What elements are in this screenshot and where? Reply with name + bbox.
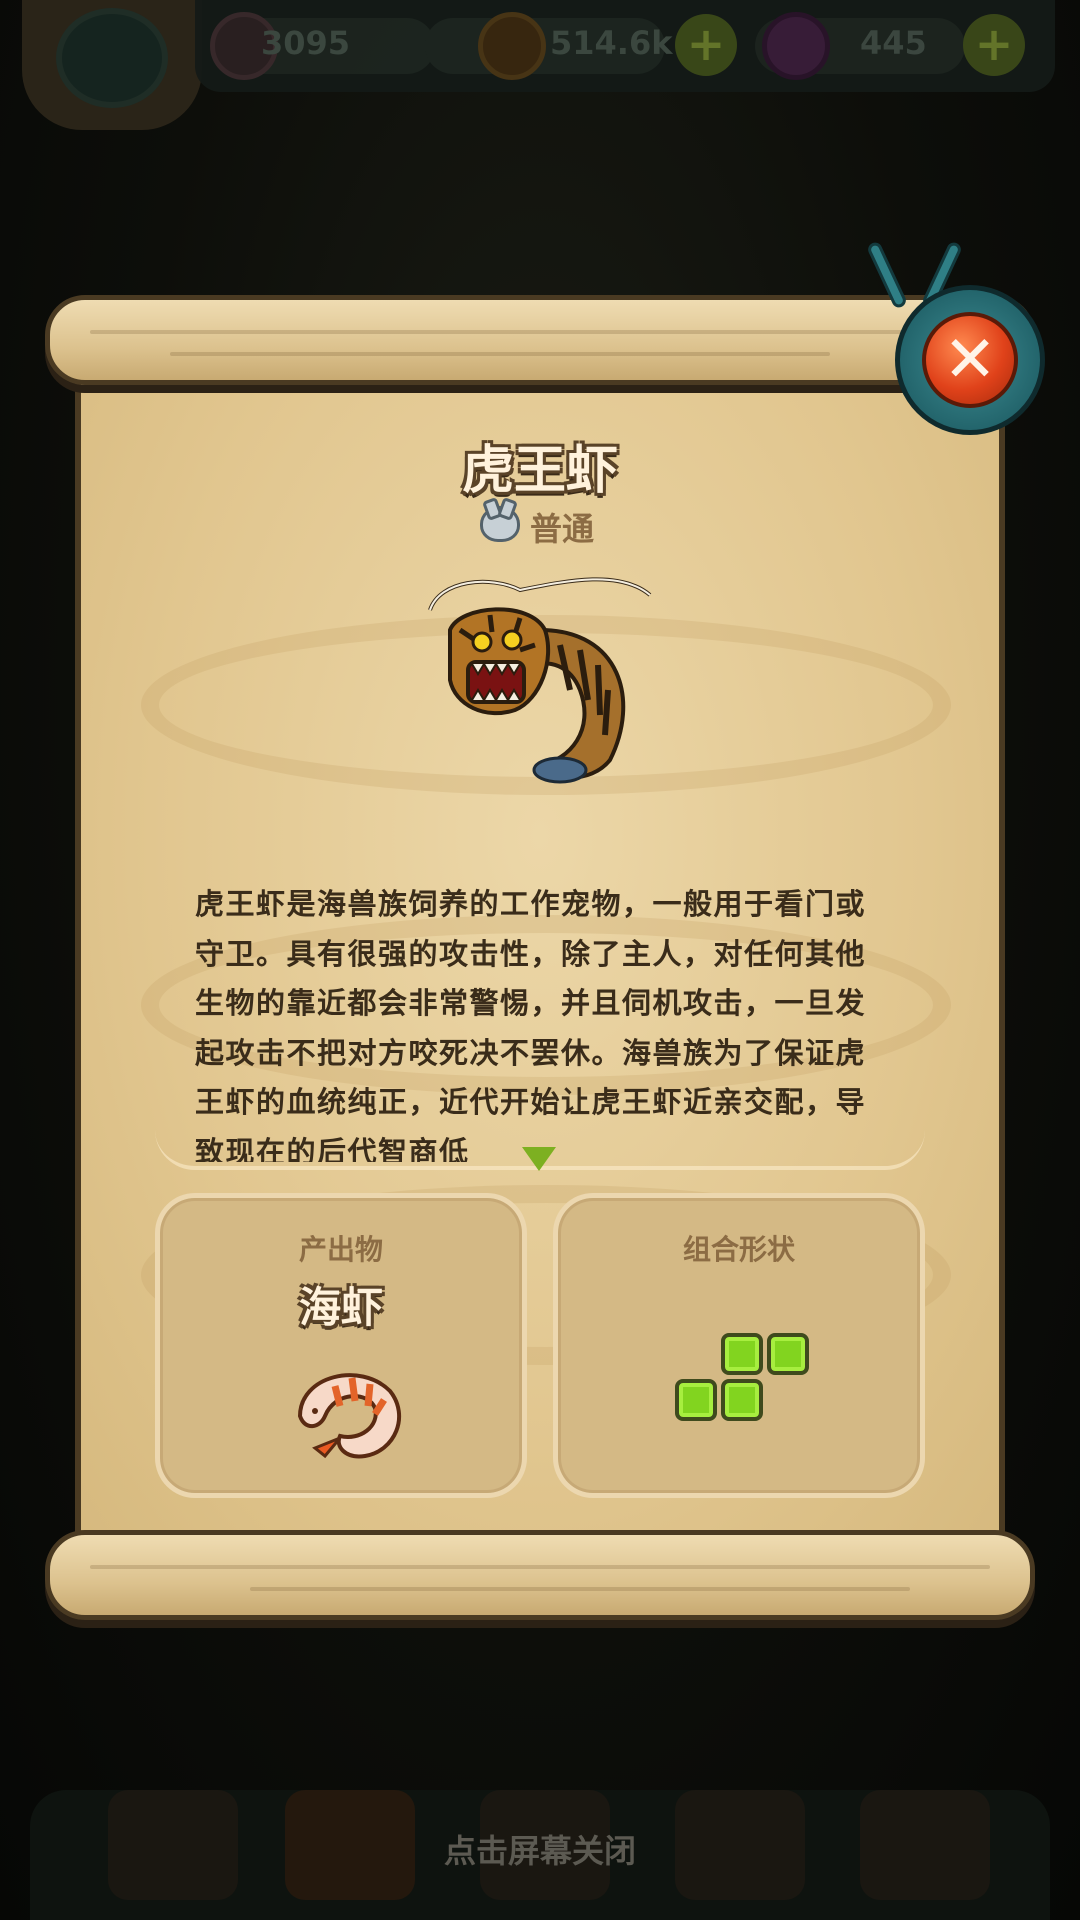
potion-value: 445 — [860, 24, 927, 62]
rarity-skull-icon — [480, 506, 520, 542]
creature-description: 虎王虾是海兽族饲养的工作宠物，一般用于看门或守卫。具有很强的攻击性，除了主人，对… — [195, 887, 867, 1162]
close-icon: ✕ — [922, 312, 1018, 408]
creature-name: 虎王虾 — [461, 441, 618, 501]
output-item-name: 海虾 — [298, 1283, 383, 1332]
shape-cell — [721, 1379, 763, 1421]
combination-shape-grid — [558, 1198, 920, 1493]
scroll-top-roll — [45, 295, 1035, 385]
sea-shrimp-icon — [297, 1373, 401, 1459]
scroll-down-arrow-icon[interactable] — [522, 1147, 556, 1171]
coin-value: 514.6k — [550, 24, 673, 62]
add-potions-button[interactable]: + — [963, 14, 1025, 76]
shape-panel: 组合形状 — [553, 1193, 925, 1498]
coin-icon — [478, 12, 546, 80]
description-box[interactable]: 虎王虾是海兽族饲养的工作宠物，一般用于看门或守卫。具有很强的攻击性，除了主人，对… — [155, 880, 925, 1170]
potion-icon — [762, 12, 830, 80]
shape-cell — [767, 1333, 809, 1375]
add-coins-button[interactable]: + — [675, 14, 737, 76]
shape-cell — [675, 1379, 717, 1421]
scroll-bottom-roll — [45, 1530, 1035, 1620]
resource-bar: 3095 514.6k + 445 + — [195, 0, 1055, 92]
output-label: 产出物 — [298, 1233, 383, 1266]
shape-cell — [721, 1333, 763, 1375]
close-button[interactable]: ✕ — [895, 285, 1045, 435]
rarity-label: 普通 — [530, 510, 595, 548]
output-panel: 产出物 海虾 — [155, 1193, 527, 1498]
gem-value: 3095 — [261, 24, 351, 62]
game-logo — [22, 0, 202, 130]
tap-to-close-hint[interactable]: 点击屏幕关闭 — [0, 1826, 1080, 1872]
tiger-shrimp-illustration — [428, 577, 652, 784]
